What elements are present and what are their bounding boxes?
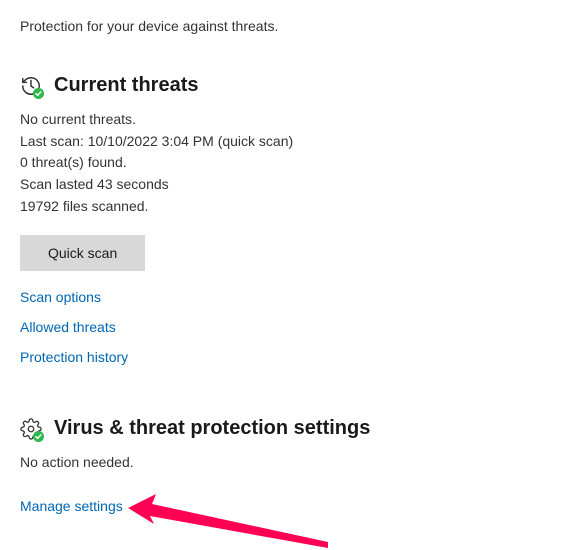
protection-settings-title: Virus & threat protection settings — [54, 417, 370, 440]
page-subtitle: Protection for your device against threa… — [20, 18, 567, 34]
current-threats-header: Current threats — [20, 74, 567, 97]
allowed-threats-link[interactable]: Allowed threats — [20, 319, 116, 335]
protection-settings-header: Virus & threat protection settings — [20, 417, 567, 440]
protection-history-link[interactable]: Protection history — [20, 349, 128, 365]
current-threats-title: Current threats — [54, 74, 198, 97]
scan-duration-text: Scan lasted 43 seconds — [20, 174, 567, 196]
scan-options-link[interactable]: Scan options — [20, 289, 101, 305]
settings-status: No action needed. — [20, 452, 567, 474]
files-scanned-text: 19792 files scanned. — [20, 196, 567, 218]
current-threats-section: Current threats No current threats. Last… — [20, 74, 567, 365]
history-shield-icon — [20, 75, 42, 97]
manage-settings-link[interactable]: Manage settings — [20, 498, 123, 514]
last-scan-text: Last scan: 10/10/2022 3:04 PM (quick sca… — [20, 131, 567, 153]
threats-status: No current threats. — [20, 109, 567, 131]
threats-found-text: 0 threat(s) found. — [20, 152, 567, 174]
protection-settings-section: Virus & threat protection settings No ac… — [20, 417, 567, 514]
check-badge-icon — [33, 431, 44, 442]
gear-shield-icon — [20, 418, 42, 440]
quick-scan-button[interactable]: Quick scan — [20, 235, 145, 271]
check-badge-icon — [33, 88, 44, 99]
